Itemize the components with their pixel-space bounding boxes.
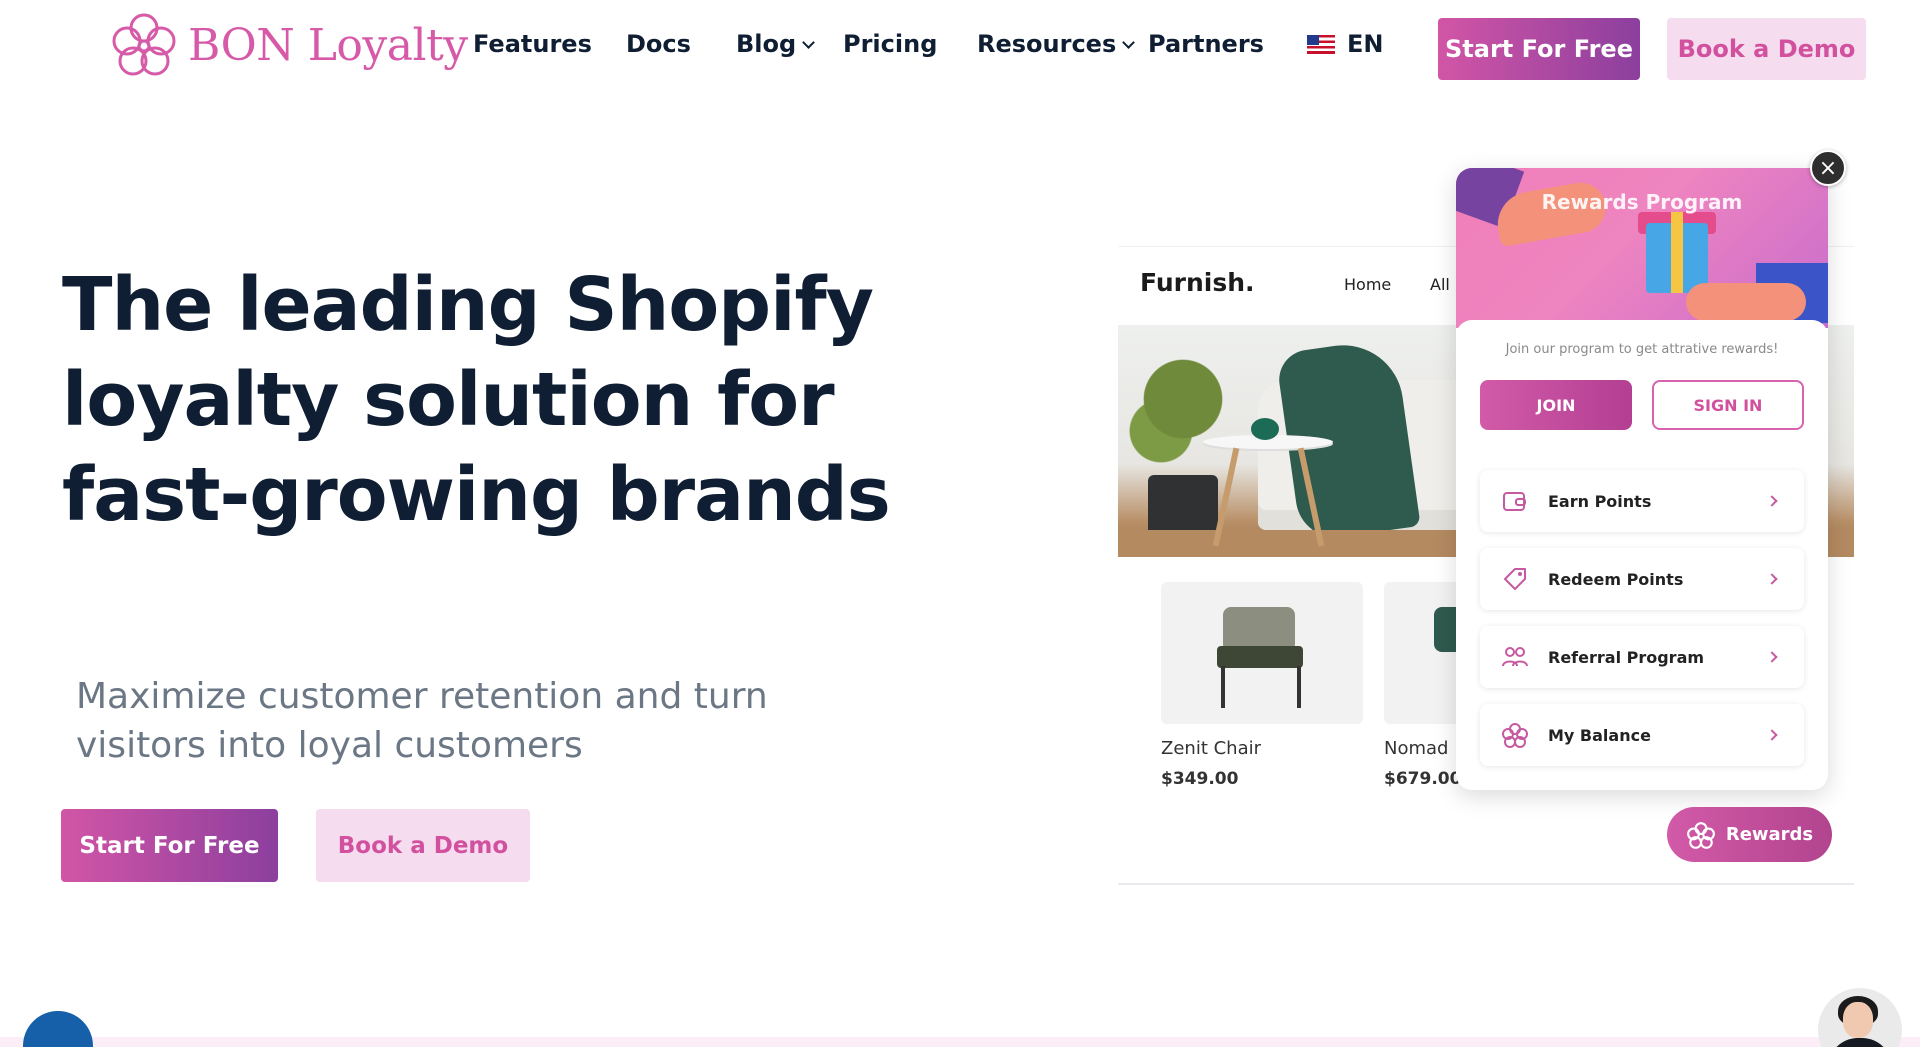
chair-leg [1297, 666, 1301, 708]
chevron-right-icon [1766, 573, 1778, 585]
chair-leg [1221, 666, 1225, 708]
nav-blog-label: Blog [736, 30, 797, 58]
rewards-intro-text: Join our program to get attrative reward… [1505, 342, 1779, 357]
tag-icon [1500, 564, 1530, 594]
nav-resources-label: Resources [977, 30, 1117, 58]
store-mockup-border [1118, 883, 1854, 885]
language-selector[interactable]: EN [1307, 30, 1383, 58]
rewards-widget-header: Rewards Program [1456, 168, 1828, 328]
gift-ribbon [1671, 212, 1683, 293]
rewards-widget-body: Join our program to get attrative reward… [1456, 320, 1828, 790]
wallet-icon [1500, 486, 1530, 516]
chevron-right-icon [1766, 651, 1778, 663]
hero-start-free-button[interactable]: Start For Free [61, 809, 278, 882]
redeem-points-label: Redeem Points [1548, 569, 1684, 589]
referral-program-item[interactable]: Referral Program [1480, 626, 1804, 688]
chevron-down-icon [1122, 35, 1136, 49]
product-name: Zenit Chair [1161, 738, 1262, 759]
flower-icon [1500, 720, 1530, 750]
chevron-right-icon [1766, 729, 1778, 741]
plant-image [1128, 335, 1238, 495]
join-button[interactable]: JOIN [1480, 380, 1632, 430]
chat-avatar[interactable] [1818, 988, 1902, 1047]
users-icon [1500, 642, 1530, 672]
store-nav-all: All [1430, 275, 1450, 294]
page: BON Loyalty Features Docs Blog Pricing R… [0, 0, 1920, 1047]
my-balance-item[interactable]: My Balance [1480, 704, 1804, 766]
close-icon[interactable]: × [1810, 150, 1846, 186]
avatar-face [1843, 1002, 1873, 1038]
illustration-hand [1686, 283, 1806, 321]
chevron-right-icon [1766, 495, 1778, 507]
header-book-demo-button[interactable]: Book a Demo [1667, 18, 1866, 80]
nav-pricing[interactable]: Pricing [843, 30, 937, 58]
earn-points-label: Earn Points [1548, 491, 1652, 511]
brand-logo[interactable]: BON Loyalty [108, 10, 468, 80]
nav-blog[interactable]: Blog [736, 30, 816, 58]
rewards-widget: Rewards Program Join our program to get … [1456, 168, 1828, 790]
flower-logo-icon [112, 13, 176, 76]
sign-in-button[interactable]: SIGN IN [1652, 380, 1804, 430]
hero-subtitle: Maximize customer retention and turn vis… [76, 676, 768, 766]
site-header: BON Loyalty Features Docs Blog Pricing R… [0, 0, 1920, 95]
rewards-launcher-label: Rewards [1725, 824, 1814, 845]
next-section-band [0, 1037, 1920, 1047]
product-price: $349.00 [1161, 769, 1239, 789]
language-label: EN [1347, 30, 1384, 58]
nav-resources[interactable]: Resources [977, 30, 1136, 58]
nav-docs[interactable]: Docs [626, 30, 691, 58]
hero-title: The leading Shopify loyalty solution for… [62, 262, 891, 538]
product-name: Nomad [1384, 738, 1449, 759]
product-card-image [1161, 582, 1363, 724]
brand-name: BON Loyalty [188, 19, 468, 71]
chevron-down-icon [802, 35, 816, 49]
chair-seat [1217, 646, 1303, 668]
product-card-image [1384, 582, 1464, 724]
nav-partners[interactable]: Partners [1148, 30, 1264, 58]
help-widget-icon[interactable] [23, 1011, 93, 1047]
store-nav-home: Home [1344, 275, 1392, 294]
header-start-free-button[interactable]: Start For Free [1438, 18, 1640, 80]
referral-program-label: Referral Program [1548, 647, 1705, 667]
my-balance-label: My Balance [1548, 725, 1651, 745]
product-price: $679.00 [1384, 769, 1462, 789]
nav-features[interactable]: Features [473, 30, 592, 58]
redeem-points-item[interactable]: Redeem Points [1480, 548, 1804, 610]
us-flag-icon [1307, 34, 1335, 54]
hero-book-demo-button[interactable]: Book a Demo [316, 809, 530, 882]
avatar-body [1828, 1038, 1892, 1047]
rewards-launcher-button[interactable]: Rewards [1667, 807, 1832, 862]
earn-points-item[interactable]: Earn Points [1480, 470, 1804, 532]
store-brand: Furnish. [1140, 268, 1255, 297]
flower-icon [1686, 821, 1715, 849]
vase-image [1251, 418, 1279, 440]
rewards-widget-title: Rewards Program [1541, 190, 1743, 214]
